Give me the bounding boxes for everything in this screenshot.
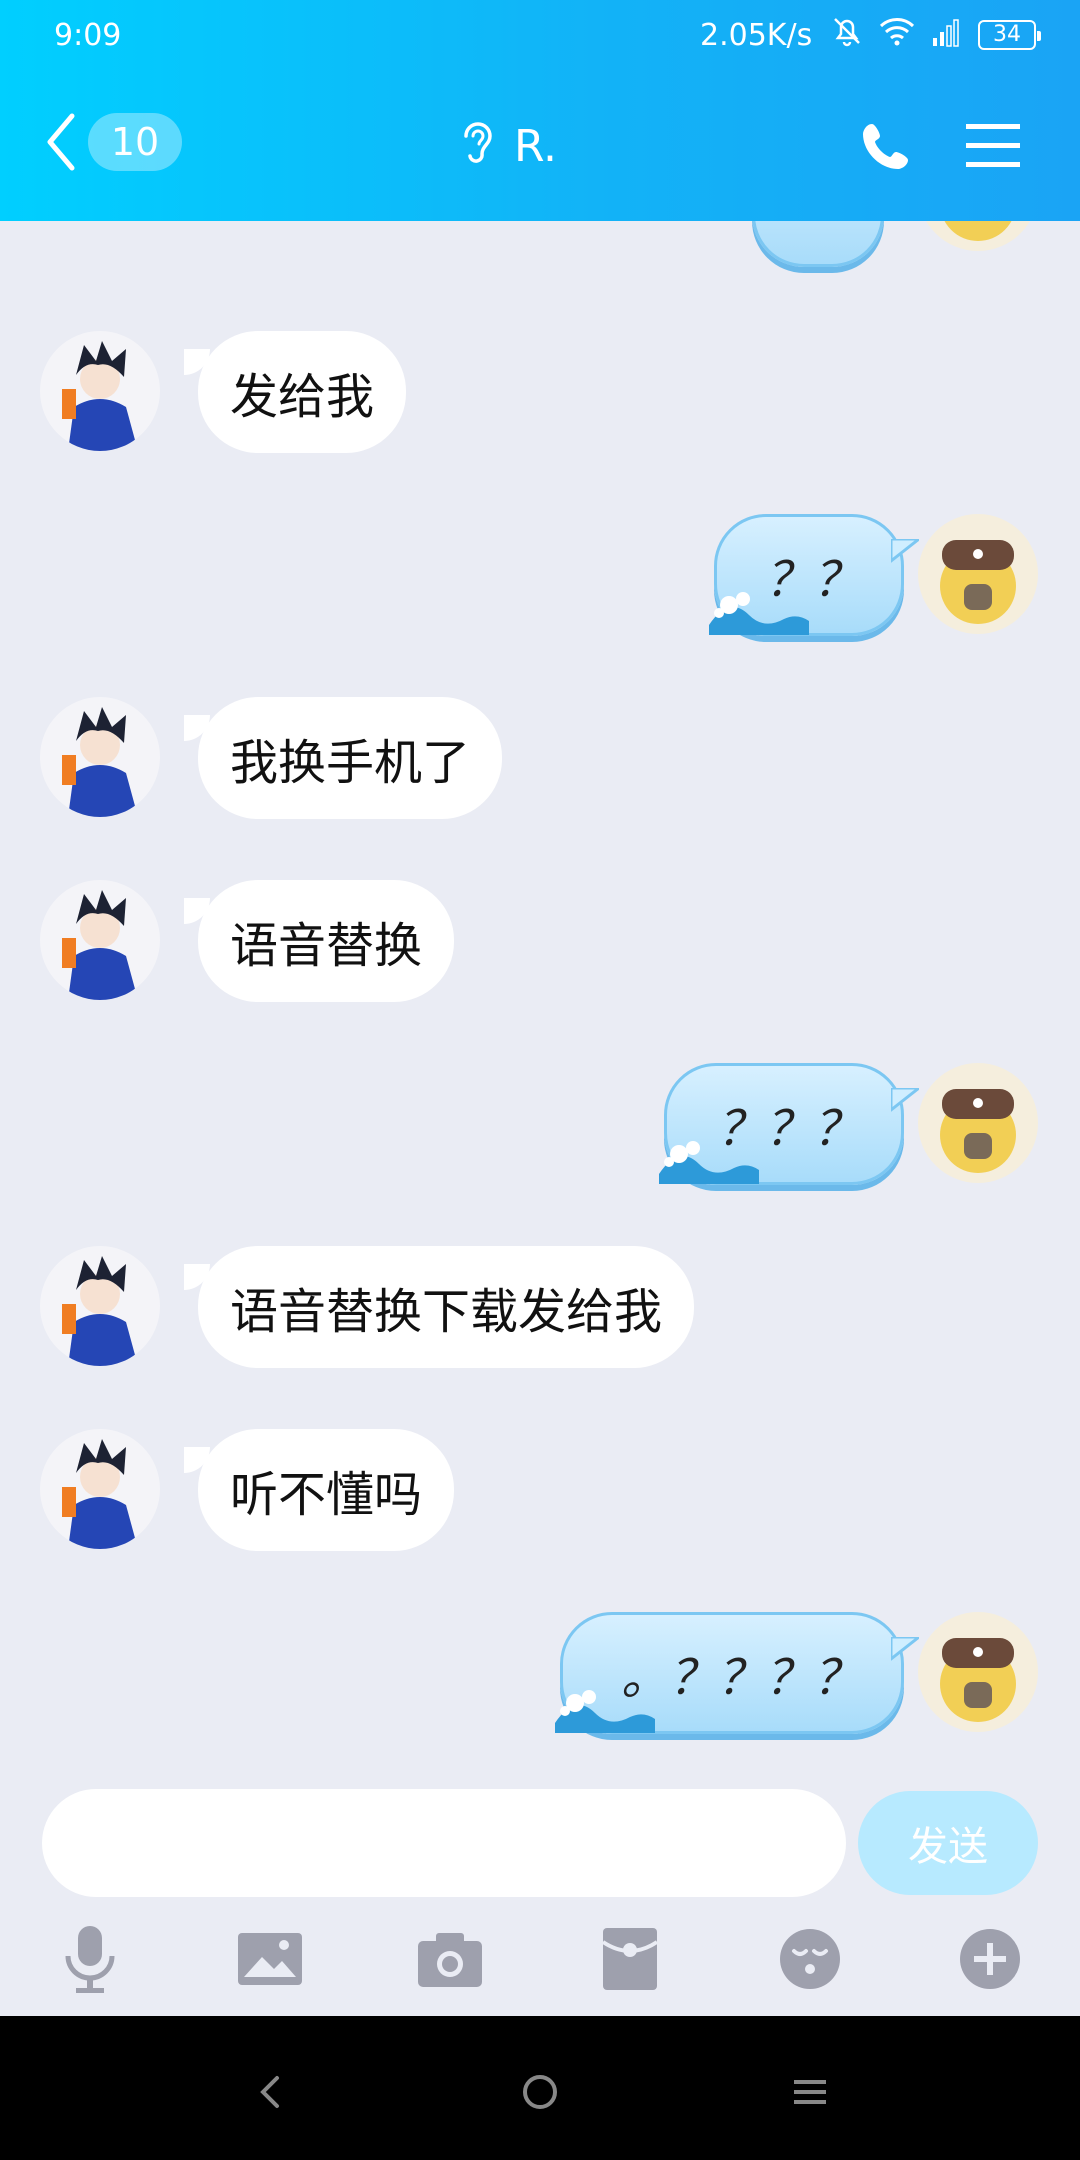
message-incoming: 听不懂吗 — [0, 1429, 1080, 1559]
red-packet-icon — [601, 1926, 659, 1996]
bubble-tail-icon — [889, 1074, 924, 1130]
message-outgoing: 。？？？？ — [0, 1612, 1080, 1742]
plus-icon — [958, 1927, 1022, 1995]
my-avatar[interactable] — [918, 514, 1038, 634]
chat-title[interactable]: R. — [456, 116, 557, 177]
mute-bell-icon — [830, 14, 864, 56]
my-avatar[interactable] — [918, 1063, 1038, 1183]
incoming-bubble[interactable]: 听不懂吗 — [198, 1429, 455, 1551]
battery-icon: 34 — [978, 20, 1041, 50]
menu-button[interactable] — [966, 122, 1020, 174]
status-bar: 9:09 2.05K/s 34 — [0, 0, 1080, 72]
message-partial-out — [0, 221, 1080, 281]
outgoing-bubble[interactable]: 。？？？？ — [555, 1612, 924, 1734]
message-outgoing: ？？？ — [0, 1063, 1080, 1193]
nav-home-button[interactable] — [510, 2064, 570, 2124]
nav-back-icon — [255, 2072, 285, 2116]
contact-avatar[interactable] — [40, 880, 160, 1000]
message-incoming: 语音替换下载发给我 — [0, 1246, 1080, 1376]
nav-back-button[interactable] — [240, 2064, 300, 2124]
status-network-speed: 2.05K/s — [700, 18, 813, 53]
nav-home-icon — [520, 2072, 560, 2116]
voice-button[interactable] — [50, 1921, 130, 2001]
my-avatar[interactable] — [918, 1612, 1038, 1732]
nav-recents-button[interactable] — [780, 2064, 840, 2124]
contact-avatar[interactable] — [40, 1429, 160, 1549]
message-input[interactable] — [42, 1789, 846, 1897]
mic-icon — [60, 1924, 120, 1998]
bubble-tail-icon — [889, 525, 924, 581]
input-bar: 发送 — [0, 1781, 1080, 2016]
image-button[interactable] — [230, 1921, 310, 2001]
voice-call-button[interactable] — [858, 118, 914, 178]
more-button[interactable] — [950, 1921, 1030, 2001]
red-packet-button[interactable] — [590, 1921, 670, 2001]
wifi-icon — [878, 16, 916, 54]
chat-area[interactable]: 发给我 ？？ 我换手机了 语音替换 ？？？ 语音替换下载发给我 听不懂吗 。？？… — [0, 221, 1080, 1781]
status-time: 9:09 — [54, 18, 122, 53]
outgoing-bubble[interactable]: ？？？ — [659, 1063, 924, 1185]
contact-avatar[interactable] — [40, 331, 160, 451]
outgoing-bubble[interactable]: ？？ — [709, 514, 924, 636]
emoji-button[interactable] — [770, 1921, 850, 2001]
message-incoming: 发给我 — [0, 331, 1080, 461]
message-outgoing: ？？ — [0, 514, 1080, 644]
wave-decoration-icon — [709, 575, 809, 647]
phone-icon — [858, 124, 914, 178]
input-toolbar — [0, 1921, 1080, 2001]
outgoing-bubble-partial — [752, 221, 884, 267]
incoming-bubble[interactable]: 发给我 — [198, 331, 407, 453]
status-icons: 34 — [830, 14, 1041, 56]
camera-icon — [416, 1929, 484, 1993]
contact-name: R. — [514, 121, 557, 172]
title-bar: 10 R. — [0, 72, 1080, 221]
contact-avatar[interactable] — [40, 697, 160, 817]
image-icon — [236, 1929, 304, 1993]
nav-recents-icon — [792, 2074, 828, 2114]
contact-avatar[interactable] — [40, 1246, 160, 1366]
my-avatar[interactable] — [918, 221, 1038, 251]
back-chevron-icon — [44, 112, 78, 172]
message-incoming: 我换手机了 — [0, 697, 1080, 827]
unread-count-badge: 10 — [88, 113, 182, 171]
wave-decoration-icon — [555, 1673, 655, 1745]
system-nav-bar — [0, 2016, 1080, 2160]
menu-icon — [966, 124, 1020, 174]
wave-decoration-icon — [659, 1124, 759, 1196]
outgoing-text: 。？？？？ — [620, 1650, 861, 1706]
header: 9:09 2.05K/s 34 10 R. — [0, 0, 1080, 221]
send-button[interactable]: 发送 — [858, 1791, 1038, 1895]
incoming-bubble[interactable]: 语音替换 — [198, 880, 455, 1002]
back-button[interactable]: 10 — [44, 112, 182, 172]
incoming-bubble[interactable]: 语音替换下载发给我 — [198, 1246, 695, 1368]
incoming-bubble[interactable]: 我换手机了 — [198, 697, 503, 819]
ear-icon — [456, 116, 496, 177]
message-incoming: 语音替换 — [0, 880, 1080, 1010]
emoji-icon — [778, 1927, 842, 1995]
cell-signal-icon — [930, 14, 964, 56]
bubble-tail-icon — [889, 1623, 924, 1679]
camera-button[interactable] — [410, 1921, 490, 2001]
